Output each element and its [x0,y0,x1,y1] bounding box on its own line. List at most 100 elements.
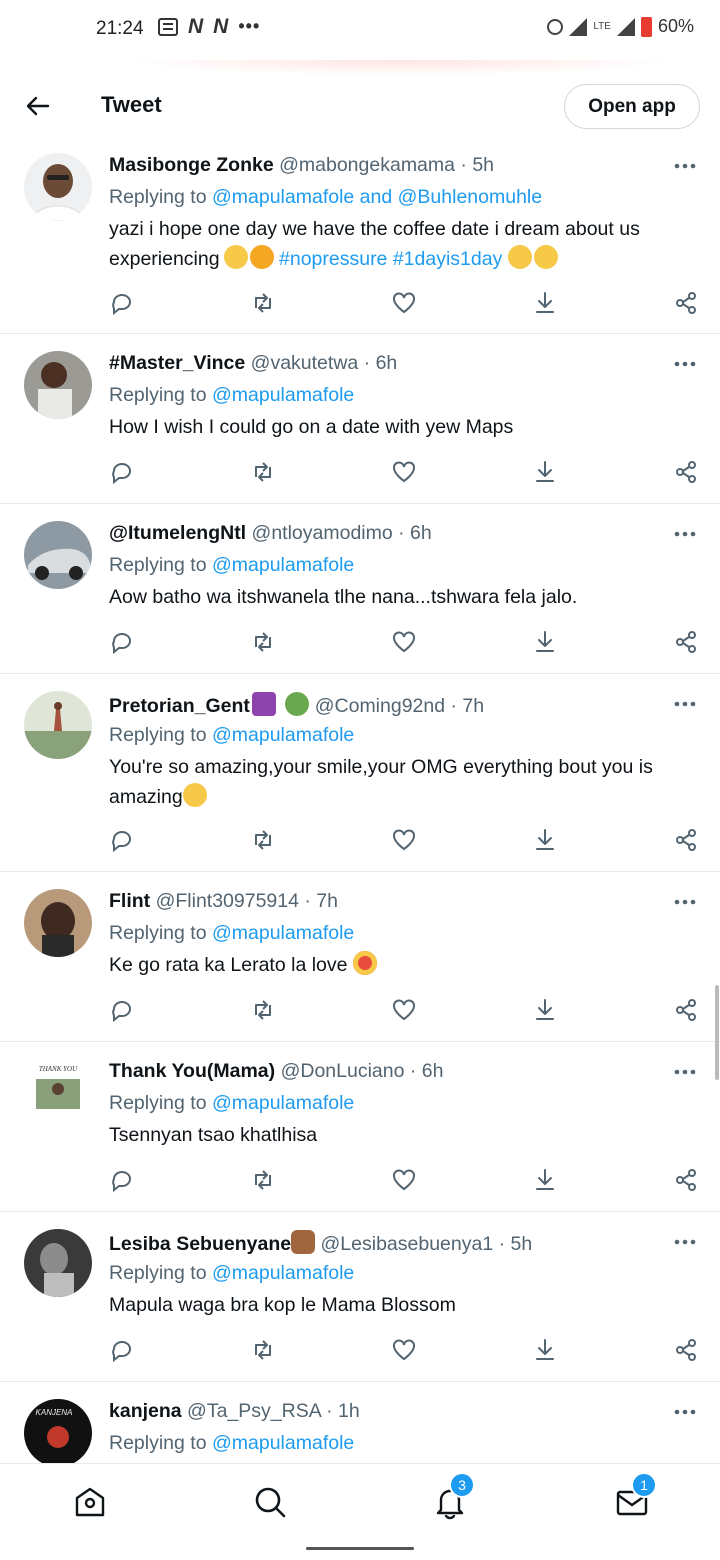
open-app-button[interactable]: Open app [564,84,700,129]
reply-mention-link[interactable]: @mapulamafole [212,384,354,406]
like-icon[interactable] [391,827,417,853]
tweet-item[interactable]: @ItumelengNtl @ntloyamodimo · 6h Replyin… [0,504,720,674]
reply-mention-link[interactable]: @mapulamafole [212,922,354,944]
author-handle[interactable]: @Lesibasebuenya1 · 5h [321,1233,533,1255]
avatar[interactable]: THANK YOU [24,1059,92,1127]
avatar[interactable]: KANJENA [24,1399,92,1467]
home-indicator[interactable] [306,1547,414,1550]
download-icon[interactable] [532,629,558,655]
more-options-icon[interactable] [672,1062,698,1082]
more-options-icon[interactable] [672,354,698,374]
author-name[interactable]: @ItumelengNtl [109,522,246,544]
tweet-item[interactable]: #Master_Vince @vakutetwa · 6h Replying t… [0,334,720,504]
author-name[interactable]: Pretorian_Gent [109,695,250,717]
replying-label: Replying to [109,554,212,576]
like-icon[interactable] [391,1337,417,1363]
tweet-text: yazi i hope one day we have the coffee d… [109,214,699,274]
author-handle[interactable]: @Flint30975914 · 7h [156,890,338,912]
reply-icon[interactable] [109,290,135,316]
author-name[interactable]: kanjena [109,1400,182,1422]
more-options-icon[interactable] [672,892,698,912]
download-icon[interactable] [532,290,558,316]
author-handle[interactable]: @Ta_Psy_RSA · 1h [187,1400,360,1422]
reply-icon[interactable] [109,827,135,853]
hashtag-link[interactable]: #nopressure #1dayis1day [279,248,502,270]
tweet-text: Mapula waga bra kop le Mama Blossom [109,1294,456,1316]
avatar[interactable] [24,889,92,957]
download-icon[interactable] [532,459,558,485]
eye-roll-emoji-icon [182,783,207,807]
avatar[interactable] [24,691,92,759]
tweet-actions [109,459,699,485]
like-icon[interactable] [391,459,417,485]
retweet-icon[interactable] [250,629,276,655]
author-name[interactable]: Masibonge Zonke [109,154,274,176]
more-options-icon[interactable] [672,156,698,176]
author-name[interactable]: Flint [109,890,150,912]
more-options-icon[interactable] [672,1232,698,1252]
reply-mention-link[interactable]: @mapulamafole [212,724,354,746]
more-options-icon[interactable] [672,694,698,714]
share-icon[interactable] [673,827,699,853]
author-handle[interactable]: @vakutetwa · 6h [251,352,398,374]
nav-messages[interactable]: 1 [614,1472,657,1520]
avatar[interactable] [24,351,92,419]
tweet-item[interactable]: Masibonge Zonke @mabongekamama · 5h Repl… [0,136,720,334]
like-icon[interactable] [391,290,417,316]
share-icon[interactable] [673,1337,699,1363]
retweet-icon[interactable] [250,1167,276,1193]
like-icon[interactable] [391,1167,417,1193]
avatar[interactable] [24,1229,92,1297]
like-icon[interactable] [391,629,417,655]
author-name[interactable]: Thank You(Mama) [109,1060,275,1082]
like-icon[interactable] [391,997,417,1023]
download-icon[interactable] [532,997,558,1023]
nav-home[interactable] [72,1484,108,1520]
reply-icon[interactable] [109,997,135,1023]
tweet-item[interactable]: KANJENA kanjena @Ta_Psy_RSA · 1h Replyin… [0,1382,720,1467]
share-icon[interactable] [673,629,699,655]
retweet-icon[interactable] [250,997,276,1023]
retweet-icon[interactable] [250,290,276,316]
share-icon[interactable] [673,459,699,485]
author-handle[interactable]: @Coming92nd · 7h [315,695,484,717]
avatar[interactable] [24,153,92,221]
tweet-item[interactable]: THANK YOU Thank You(Mama) @DonLuciano · … [0,1042,720,1212]
nav-notifications[interactable]: 3 [432,1472,475,1520]
reply-mention-link[interactable]: @mapulamafole and @Buhlenomuhle [212,186,542,208]
avatar-image [24,889,92,957]
reply-icon[interactable] [109,459,135,485]
reply-mention-link[interactable]: @mapulamafole [212,554,354,576]
download-icon[interactable] [532,827,558,853]
replying-to: Replying to @mapulamafole [109,384,354,407]
retweet-icon[interactable] [250,827,276,853]
avatar[interactable] [24,521,92,589]
tweet-item[interactable]: Pretorian_Gent @Coming92nd · 7h Replying… [0,674,720,872]
more-options-icon[interactable] [672,524,698,544]
author-handle[interactable]: @DonLuciano · 6h [281,1060,444,1082]
share-icon[interactable] [673,1167,699,1193]
reply-icon[interactable] [109,1167,135,1193]
reply-icon[interactable] [109,629,135,655]
reply-mention-link[interactable]: @mapulamafole [212,1432,354,1454]
tweet-item[interactable]: Flint @Flint30975914 · 7h Replying to @m… [0,872,720,1042]
author-name[interactable]: #Master_Vince [109,352,245,374]
tweet-actions [109,1337,699,1363]
author-handle[interactable]: @ntloyamodimo · 6h [252,522,432,544]
share-icon[interactable] [673,997,699,1023]
reply-mention-link[interactable]: @mapulamafole [212,1092,354,1114]
retweet-icon[interactable] [250,459,276,485]
reply-mention-link[interactable]: @mapulamafole [212,1262,354,1284]
share-icon[interactable] [673,290,699,316]
tweet-item[interactable]: Lesiba Sebuenyane @Lesibasebuenya1 · 5h … [0,1212,720,1382]
author-name[interactable]: Lesiba Sebuenyane [109,1233,291,1255]
reply-icon[interactable] [109,1337,135,1363]
author-handle[interactable]: @mabongekamama · 5h [279,154,494,176]
back-button[interactable] [22,90,54,122]
scrollbar-thumb[interactable] [715,985,719,1080]
more-options-icon[interactable] [672,1402,698,1422]
retweet-icon[interactable] [250,1337,276,1363]
download-icon[interactable] [532,1167,558,1193]
nav-search[interactable] [252,1484,288,1520]
download-icon[interactable] [532,1337,558,1363]
